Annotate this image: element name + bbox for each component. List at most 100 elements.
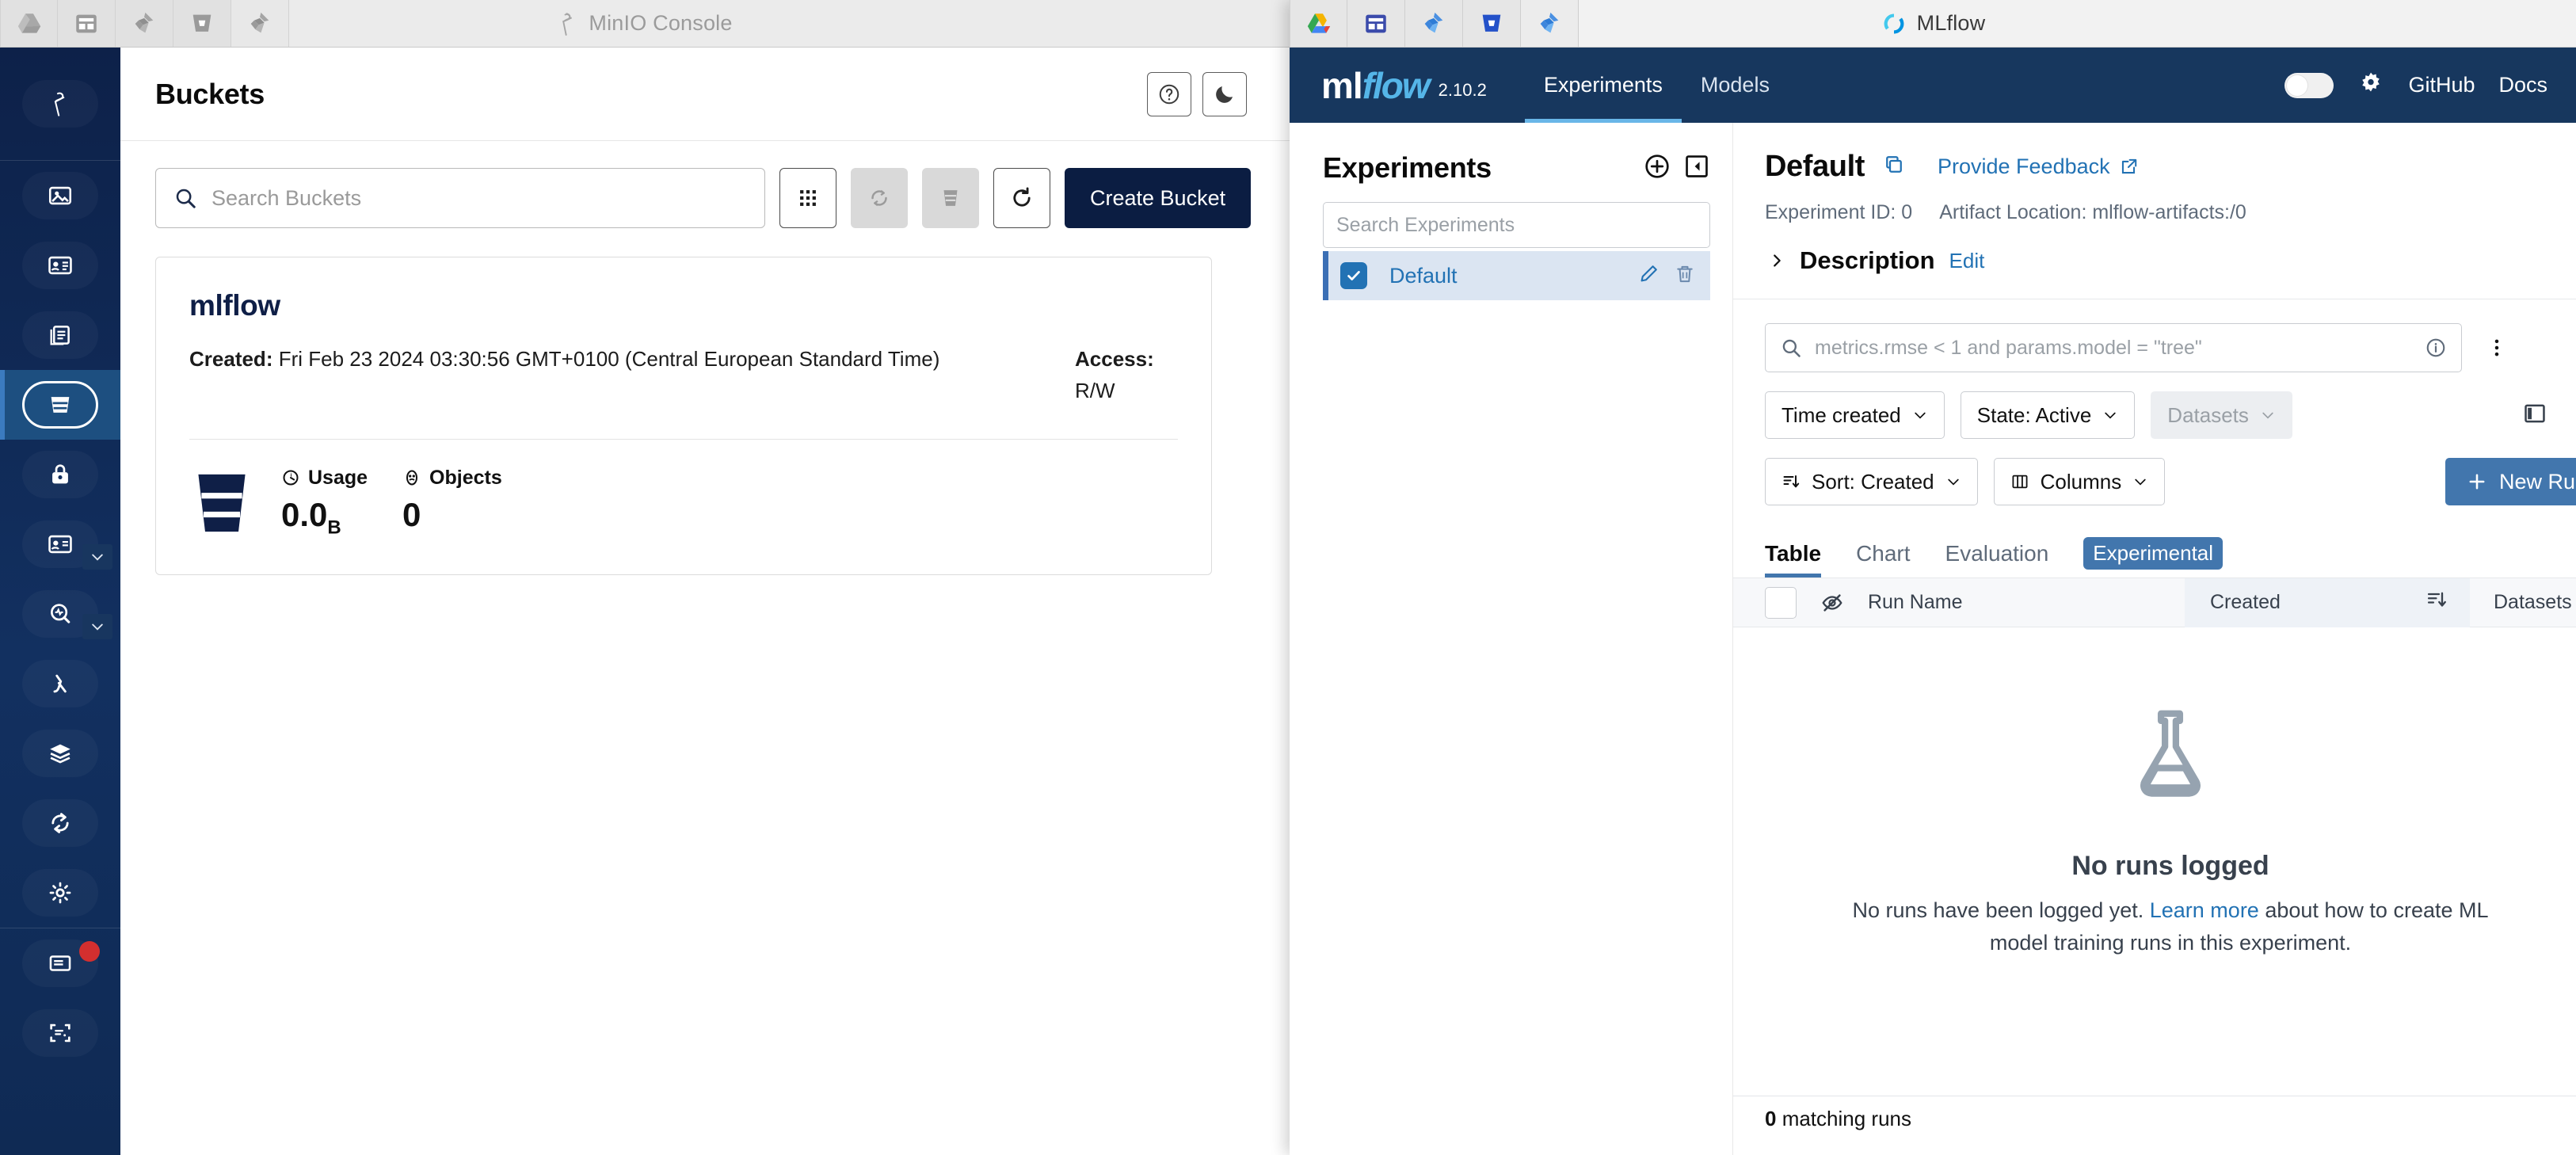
bucket-access: Access: R/W <box>1075 343 1178 407</box>
browser-tab-confluence[interactable] <box>58 0 116 47</box>
filter-state[interactable]: State: Active <box>1960 391 2136 439</box>
check-icon <box>1347 271 1360 280</box>
search-experiments-input[interactable] <box>1336 213 1697 237</box>
nav-experiments[interactable]: Experiments <box>1525 48 1682 123</box>
toggle-side-panel-button[interactable] <box>2522 401 2547 430</box>
visibility-column-header[interactable] <box>1797 591 1868 615</box>
create-bucket-button[interactable]: Create Bucket <box>1065 168 1252 228</box>
filter-chip-row: Time created State: Active Datasets <box>1765 391 2576 439</box>
search-experiments-box[interactable] <box>1323 202 1710 248</box>
sidebar-item-tiering[interactable] <box>0 719 120 788</box>
chevron-down-icon-2[interactable] <box>82 614 112 639</box>
gear-icon <box>2362 72 2380 92</box>
bucket-usage-value-row: 0.0B <box>281 496 368 539</box>
chevron-down-icon[interactable] <box>82 544 112 570</box>
learn-more-link[interactable]: Learn more <box>2150 898 2259 922</box>
bucket-delete-icon <box>943 190 958 206</box>
bucket-card[interactable]: mlflow Created: Fri Feb 23 2024 03:30:56… <box>155 257 1212 575</box>
browser-tab-jira-2[interactable] <box>231 0 289 47</box>
mlflow-version: 2.10.2 <box>1438 79 1487 100</box>
created-sort-icon[interactable] <box>2425 589 2448 616</box>
provide-feedback-link[interactable]: Provide Feedback <box>1938 154 2139 179</box>
browser-tab-jira-2[interactable] <box>1521 0 1579 47</box>
browser-tab-drive[interactable] <box>1290 0 1347 47</box>
info-circle-icon[interactable] <box>2425 337 2447 359</box>
empty-state-heading: No runs logged <box>2071 851 2269 881</box>
copy-experiment-name-button[interactable] <box>1882 153 1906 181</box>
delete-experiment-button[interactable] <box>1674 263 1696 289</box>
browser-tab-confluence[interactable] <box>1347 0 1405 47</box>
bucket-usage-label: Usage <box>308 466 368 489</box>
browser-tab-bitbucket[interactable] <box>173 0 231 47</box>
experiment-checkbox[interactable] <box>1340 262 1367 289</box>
sidebar-item-identity[interactable] <box>0 231 120 300</box>
bucket-objects-label-row: Objects <box>402 467 502 490</box>
sidebar-item-register[interactable] <box>0 998 120 1068</box>
theme-toggle-button[interactable] <box>1202 71 1247 116</box>
minio-sidebar-logo[interactable] <box>0 48 120 160</box>
created-column-header[interactable]: Created <box>2185 578 2470 627</box>
tab-chart[interactable]: Chart <box>1856 541 1910 578</box>
lambda-icon <box>22 660 98 707</box>
experiment-name[interactable]: Default <box>1389 264 1458 288</box>
sidebar-item-lambda[interactable] <box>0 649 120 719</box>
sidebar-item-license[interactable] <box>0 928 120 998</box>
help-button[interactable] <box>1147 71 1191 116</box>
chevron-down-icon <box>2262 412 2273 419</box>
grid-view-button[interactable] <box>779 168 836 228</box>
mlflow-titlebar: MLflow <box>1290 0 2576 48</box>
sidebar-item-replication[interactable] <box>0 788 120 858</box>
browser-tab-drive[interactable] <box>0 0 58 47</box>
sidebar-item-buckets[interactable] <box>0 370 120 440</box>
browser-tab-jira[interactable] <box>116 0 173 47</box>
sort-button[interactable]: Sort: Created <box>1765 458 1978 505</box>
run-name-column-header[interactable]: Run Name <box>1868 591 2185 614</box>
sidebar-item-access[interactable] <box>0 300 120 370</box>
delete-selected-button[interactable] <box>922 168 979 228</box>
sidebar-item-monitoring[interactable] <box>0 579 120 649</box>
rename-experiment-button[interactable] <box>1637 263 1660 289</box>
select-all-checkbox[interactable] <box>1765 586 1797 619</box>
columns-button[interactable]: Columns <box>1993 458 2166 505</box>
docs-link[interactable]: Docs <box>2498 73 2547 97</box>
search-buckets-input[interactable] <box>211 185 747 211</box>
filter-datasets[interactable]: Datasets <box>2151 391 2292 439</box>
experiment-list-item-default[interactable]: Default <box>1323 251 1710 300</box>
bucket-created-label: Created: <box>189 347 273 371</box>
browser-tab-bitbucket[interactable] <box>1463 0 1521 47</box>
description-edit-link[interactable]: Edit <box>1949 249 1985 273</box>
sidebar-item-dashboard[interactable] <box>0 161 120 231</box>
collapse-sidebar-button[interactable] <box>1683 153 1710 184</box>
theme-toggle[interactable] <box>2284 72 2334 98</box>
experiment-id: Experiment ID: 0 <box>1765 201 1913 223</box>
chevron-down-icon <box>2105 412 2116 419</box>
nav-models[interactable]: Models <box>1682 48 1789 123</box>
sidebar-item-object-browser[interactable] <box>0 440 120 509</box>
refresh-button[interactable] <box>993 168 1050 228</box>
settings-button[interactable] <box>2357 70 2384 101</box>
experiment-heading: Default <box>1765 150 1865 183</box>
tab-evaluation[interactable]: Evaluation <box>1945 541 2049 578</box>
tab-experimental[interactable]: Experimental <box>2083 537 2224 570</box>
new-experiment-button[interactable] <box>1644 153 1671 184</box>
filter-time-created[interactable]: Time created <box>1765 391 1945 439</box>
new-run-button[interactable]: New Run <box>2445 458 2576 505</box>
datasets-column-header[interactable]: Datasets <box>2470 591 2572 614</box>
moon-icon <box>1216 86 1233 103</box>
run-search-box[interactable] <box>1765 323 2462 372</box>
mlflow-logo[interactable]: mlflow 2.10.2 <box>1321 67 1487 104</box>
run-search-input[interactable] <box>1815 336 2412 360</box>
pencil-icon <box>1640 265 1657 281</box>
sidebar-item-settings[interactable] <box>0 858 120 928</box>
tab-table[interactable]: Table <box>1765 541 1821 578</box>
page-header-actions <box>1147 71 1247 116</box>
bucket-stat-columns: Usage 0.0B Objects 0 <box>281 467 502 539</box>
description-row[interactable]: Description Edit <box>1765 246 2576 275</box>
run-search-menu-button[interactable] <box>2479 336 2514 360</box>
search-buckets-box[interactable] <box>155 168 765 228</box>
lifecycle-button[interactable] <box>851 168 908 228</box>
sidebar-item-users[interactable] <box>0 509 120 579</box>
github-link[interactable]: GitHub <box>2408 73 2475 97</box>
sort-desc-icon <box>1783 475 1800 488</box>
browser-tab-jira[interactable] <box>1405 0 1463 47</box>
